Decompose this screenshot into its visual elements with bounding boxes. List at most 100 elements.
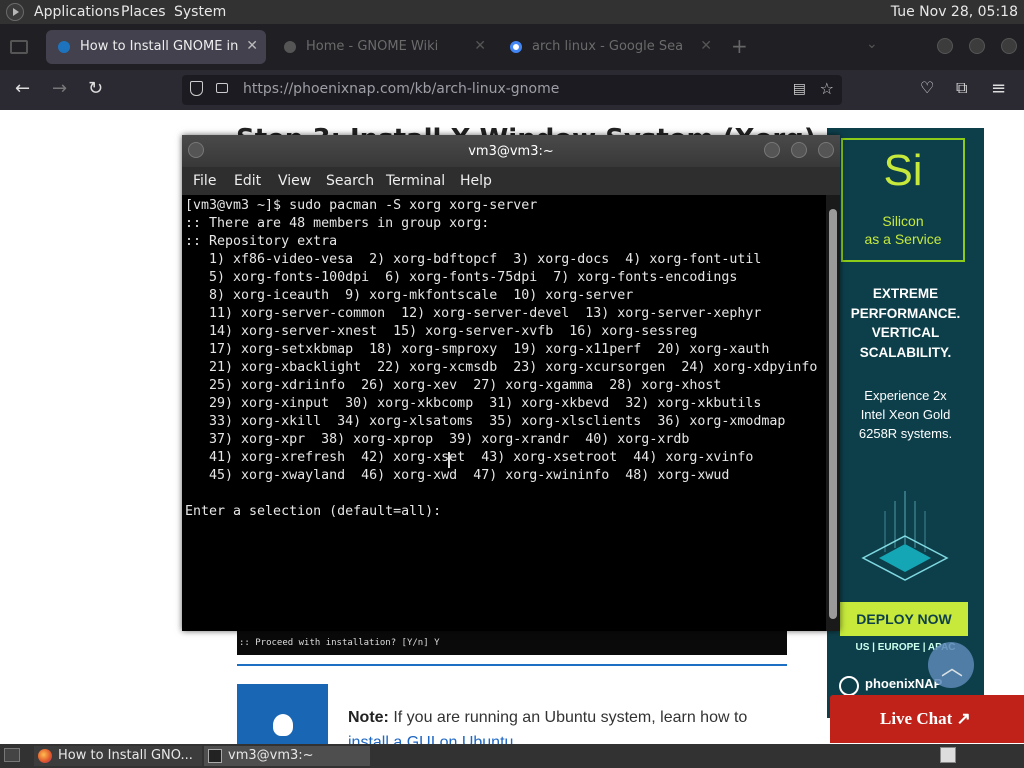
terminal-line: 37) xorg-xpr 38) xorg-xprop 39) xorg-xra…	[185, 432, 690, 447]
taskbar-item-label: How to Install GNO...	[58, 748, 193, 763]
system-menu[interactable]: System	[174, 4, 226, 20]
tab-title: Home - GNOME Wiki	[306, 39, 439, 54]
close-tab-icon[interactable]: ✕	[474, 38, 486, 54]
ad-description: Experience 2x Intel Xeon Gold 6258R syst…	[827, 386, 984, 443]
sidebar-toggle-icon[interactable]	[10, 40, 28, 54]
terminal-minimize-icon[interactable]	[764, 142, 780, 158]
terminal-line: :: There are 48 members in group xorg:	[185, 216, 490, 231]
advertisement-banner[interactable]: Si Silicon as a Service EXTREME PERFORMAN…	[827, 128, 984, 718]
deploy-now-button[interactable]: DEPLOY NOW	[840, 602, 968, 636]
url-path: /kb/arch-linux-gnome	[409, 81, 560, 97]
menu-help[interactable]: Help	[460, 173, 492, 189]
headline-line: PERFORMANCE.	[850, 305, 961, 321]
bookmark-star-icon[interactable]: ☆	[820, 79, 834, 98]
menu-view[interactable]: View	[278, 173, 311, 189]
app-menu-icon[interactable]: ≡	[991, 78, 1006, 99]
taskbar-item-terminal[interactable]: vm3@vm3:~	[204, 746, 370, 766]
headline-line: VERTICAL	[871, 325, 940, 340]
scroll-to-top-button[interactable]	[928, 642, 974, 688]
list-tabs-icon[interactable]: ⌄	[866, 36, 878, 52]
terminal-scrollbar[interactable]	[826, 195, 840, 631]
live-chat-button[interactable]: Live Chat ↗	[830, 695, 1024, 743]
workspace-switcher-icon[interactable]	[940, 747, 956, 763]
close-window-icon[interactable]	[1001, 38, 1017, 54]
desc-line: 6258R systems.	[858, 426, 953, 441]
url-host: https://phoenixnap.com	[243, 81, 410, 97]
panel-clock[interactable]: Tue Nov 28, 05:18	[891, 4, 1018, 20]
mouse-text-cursor-icon	[448, 452, 450, 468]
phoenixnap-logo: phoenixNAP	[838, 676, 942, 696]
bottom-taskbar: How to Install GNO... vm3@vm3:~	[0, 744, 1024, 768]
terminal-prompt-line: Enter a selection (default=all):	[185, 504, 442, 519]
menu-search[interactable]: Search	[326, 173, 374, 189]
terminal-line: 33) xorg-xkill 34) xorg-xlsatoms 35) xor…	[185, 414, 786, 429]
terminal-line: :: Repository extra	[185, 234, 338, 249]
gnome-favicon-icon	[284, 41, 296, 53]
places-menu[interactable]: Places	[121, 4, 166, 20]
live-chat-label: Live Chat ↗	[880, 709, 971, 728]
note-body: If you are running an Ubuntu system, lea…	[388, 709, 748, 726]
terminal-maximize-icon[interactable]	[791, 142, 807, 158]
menu-file[interactable]: File	[193, 173, 216, 189]
ad-headline: EXTREME PERFORMANCE. VERTICAL SCALABILIT…	[827, 284, 984, 362]
applications-menu[interactable]: Applications	[34, 4, 120, 20]
note-label: Note:	[348, 709, 389, 726]
terminal-line: 17) xorg-setxkbmap 18) xorg-smproxy 19) …	[185, 342, 770, 357]
firefox-icon	[38, 749, 52, 763]
brand-name: phoenixNAP	[865, 676, 943, 691]
google-favicon-icon	[510, 41, 522, 53]
maximize-window-icon[interactable]	[969, 38, 985, 54]
extensions-icon[interactable]: ⧉	[956, 78, 967, 98]
tab-gnome-install[interactable]: How to Install GNOME in Ar ✕	[46, 30, 266, 64]
browser-tab-bar: How to Install GNOME in Ar ✕ Home - GNOM…	[0, 24, 1024, 70]
lock-icon[interactable]	[216, 83, 228, 93]
reader-view-icon[interactable]: ▤	[793, 81, 806, 97]
install-gui-ubuntu-link[interactable]: install a GUI on Ubuntu	[348, 734, 513, 744]
terminal-line: 1) xf86-video-vesa 2) xorg-bdftopcf 3) x…	[185, 252, 762, 267]
code-text: :: Proceed with installation? [Y/n] Y	[239, 638, 440, 648]
tab-gnome-wiki[interactable]: Home - GNOME Wiki ✕	[272, 30, 494, 64]
terminal-line: 41) xorg-xrefresh 42) xorg-xset 43) xorg…	[185, 450, 754, 465]
pocket-icon[interactable]: ♡	[920, 78, 934, 97]
forward-icon[interactable]: →	[52, 78, 67, 99]
show-desktop-icon[interactable]	[4, 748, 20, 762]
close-tab-icon[interactable]: ✕	[700, 38, 712, 54]
navigation-toolbar: ← → ↻ https://phoenixnap.com/kb/arch-lin…	[0, 70, 1024, 110]
close-tab-icon[interactable]: ✕	[246, 38, 258, 54]
terminal-line: 8) xorg-iceauth 9) xorg-mkfontscale 10) …	[185, 288, 634, 303]
minimize-window-icon[interactable]	[937, 38, 953, 54]
si-logo-box: Si Silicon as a Service	[841, 138, 965, 262]
terminal-line: 11) xorg-server-common 12) xorg-server-d…	[185, 306, 762, 321]
url-text[interactable]: https://phoenixnap.com/kb/arch-linux-gno…	[243, 81, 559, 97]
reload-icon[interactable]: ↻	[88, 78, 103, 99]
headline-line: SCALABILITY.	[859, 344, 952, 360]
new-tab-icon[interactable]: +	[731, 34, 748, 58]
terminal-line: 25) xorg-xdriinfo 26) xorg-xev 27) xorg-…	[185, 378, 722, 393]
taskbar-item-label: vm3@vm3:~	[228, 748, 314, 763]
terminal-window[interactable]: vm3@vm3:~ File Edit View Search Terminal…	[182, 135, 840, 631]
menu-terminal[interactable]: Terminal	[386, 173, 445, 189]
back-icon[interactable]: ←	[15, 78, 30, 99]
terminal-line: 45) xorg-xwayland 46) xorg-xwd 47) xorg-…	[185, 468, 730, 483]
terminal-titlebar[interactable]: vm3@vm3:~	[182, 135, 840, 167]
si-symbol: Si	[883, 146, 923, 195]
terminal-title: vm3@vm3:~	[468, 144, 554, 159]
note-icon-box	[237, 684, 328, 744]
si-subtitle: Silicon as a Service	[843, 212, 963, 248]
menu-edit[interactable]: Edit	[234, 173, 261, 189]
divider	[237, 664, 787, 666]
terminal-close-icon[interactable]	[818, 142, 834, 158]
tab-google-search[interactable]: arch linux - Google Search ✕	[498, 30, 720, 64]
tracking-shield-icon[interactable]	[190, 81, 203, 96]
scrollbar-thumb[interactable]	[829, 209, 837, 619]
terminal-line: [vm3@vm3 ~]$ sudo pacman -S xorg xorg-se…	[185, 198, 538, 213]
address-bar[interactable]: https://phoenixnap.com/kb/arch-linux-gno…	[182, 75, 842, 105]
terminal-line: 5) xorg-fonts-100dpi 6) xorg-fonts-75dpi…	[185, 270, 738, 285]
applications-menu-icon[interactable]	[6, 3, 24, 21]
terminal-line: 21) xorg-xbacklight 22) xorg-xcmsdb 23) …	[185, 360, 818, 375]
desc-line: Experience 2x	[864, 388, 947, 403]
terminal-output[interactable]: [vm3@vm3 ~]$ sudo pacman -S xorg xorg-se…	[182, 195, 826, 631]
tab-title: arch linux - Google Search	[532, 39, 682, 54]
taskbar-item-firefox[interactable]: How to Install GNO...	[34, 746, 202, 766]
si-sub-line: as a Service	[864, 231, 942, 247]
